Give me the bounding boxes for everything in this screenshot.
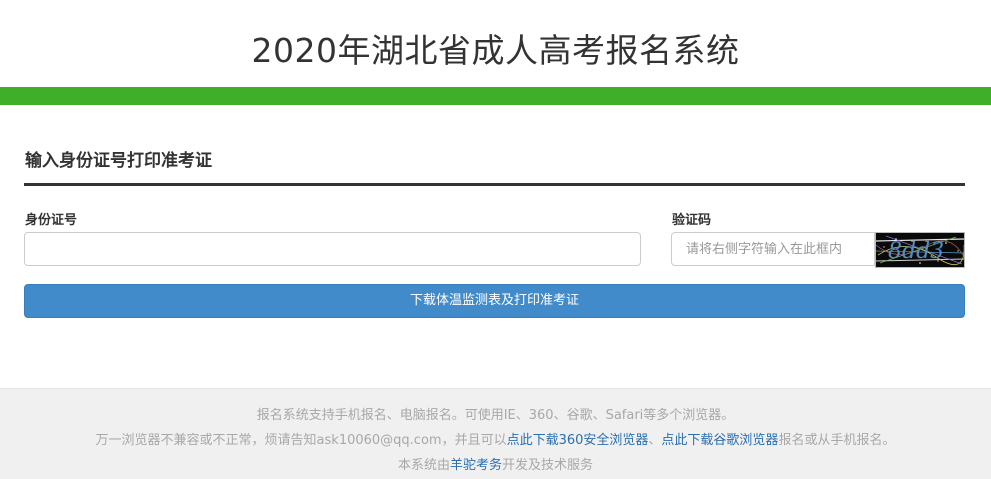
footer-credit-prefix: 本系统由 — [397, 458, 450, 473]
page-header: 2020年湖北省成人高考报名系统 — [0, 0, 991, 87]
section-divider — [24, 183, 965, 186]
download-360-browser-link[interactable]: 点此下载360安全浏览器 — [507, 433, 649, 448]
download-print-button[interactable]: 下载体温监测表及打印准考证 — [24, 284, 965, 318]
footer-help-line: 万一浏览器不兼容或不正常，烦请告知ask10060@qq.com，并且可以点此下… — [0, 429, 991, 448]
header-accent-bar — [0, 87, 991, 105]
download-chrome-browser-link[interactable]: 点此下载谷歌浏览器 — [661, 433, 778, 448]
captcha-label: 验证码 — [672, 213, 712, 228]
section-title: 输入身份证号打印准考证 — [25, 151, 212, 171]
page-footer: 报名系统支持手机报名、电脑报名。可使用IE、360、谷歌、Safari等多个浏览… — [0, 388, 991, 479]
captcha-input[interactable] — [671, 232, 875, 266]
company-link[interactable]: 羊驼考务 — [450, 458, 502, 473]
footer-browser-support-text: 报名系统支持手机报名、电脑报名。可使用IE、360、谷歌、Safari等多个浏览… — [256, 408, 735, 423]
footer-credit-suffix: 开发及技术服务 — [502, 458, 594, 473]
footer-credit-line: 本系统由羊驼考务开发及技术服务 — [0, 454, 991, 473]
id-number-input[interactable] — [24, 232, 641, 266]
captcha-image[interactable]: 8dd3 — [875, 232, 965, 268]
id-number-label: 身份证号 — [25, 213, 78, 228]
footer-help-suffix: 报名或从手机报名。 — [778, 433, 896, 448]
footer-help-text: 万一浏览器不兼容或不正常，烦请告知ask10060@qq.com，并且可以 — [95, 433, 507, 448]
footer-separator: 、 — [648, 433, 662, 448]
captcha-noise-graphic: 8dd3 — [876, 233, 964, 267]
site-title: 2020年湖北省成人高考报名系统 — [251, 31, 740, 70]
captcha-text: 8dd3 — [888, 239, 944, 264]
